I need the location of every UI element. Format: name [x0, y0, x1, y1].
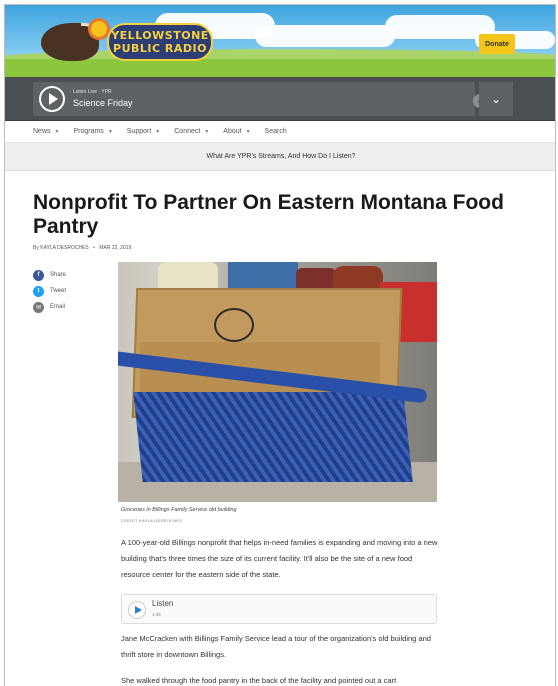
article-byline: By KAYLA DESROCHES • MAR 22, 2019: [33, 245, 131, 251]
play-icon[interactable]: [128, 601, 146, 619]
photo-marker-circle: [214, 308, 254, 342]
share-email-button[interactable]: ✉ Email: [33, 299, 66, 315]
site-logo[interactable]: YELLOWSTONE PUBLIC RADIO: [41, 19, 213, 63]
email-icon: ✉: [33, 301, 44, 313]
share-twitter-button[interactable]: t Tweet: [33, 283, 66, 299]
nav-item-connect[interactable]: Connect ▼: [174, 128, 209, 135]
share-facebook-button[interactable]: f Share: [33, 267, 66, 283]
article-paragraph: Jane McCracken with Billings Family Serv…: [121, 634, 431, 659]
nav-item-about[interactable]: About ▼: [223, 128, 250, 135]
photo-shopping-cart: [133, 392, 413, 482]
donate-button[interactable]: Donate: [479, 34, 515, 54]
logo-wordmark: YELLOWSTONE PUBLIC RADIO: [107, 23, 213, 61]
nav-item-label: Search: [264, 128, 287, 135]
author-link[interactable]: KAYLA DESROCHES: [40, 245, 89, 251]
live-stream-label: Listen Live · YPR: [73, 89, 112, 95]
facebook-icon: f: [33, 269, 44, 281]
listen-label: Listen: [152, 599, 174, 608]
share-twitter-label: Tweet: [50, 288, 67, 294]
logo-line-2: PUBLIC RADIO: [113, 42, 207, 55]
main-navigation: News ▼ Programs ▼ Support ▼ Connect ▼ About ▼ Sear…: [5, 121, 555, 143]
nav-item-label: Connect: [174, 128, 201, 135]
nav-item-support[interactable]: Support ▼: [127, 128, 160, 135]
byline-prefix: By: [33, 245, 39, 251]
caret-down-icon: ▼: [204, 128, 210, 135]
logo-line-1: YELLOWSTONE: [111, 29, 209, 42]
publish-date: MAR 22, 2019: [99, 245, 132, 251]
nav-item-label: About: [223, 128, 242, 135]
article-paragraph: A 100-year-old Billings nonprofit that h…: [121, 538, 438, 579]
share-facebook-label: Share: [50, 272, 67, 278]
audio-listen-player[interactable]: Listen 1:46: [121, 594, 437, 624]
nav-item-label: Support: [126, 128, 152, 135]
streams-announcement-link[interactable]: What Are YPR's Streams, And How Do I Lis…: [5, 143, 555, 171]
nav-item-news[interactable]: News ▼: [33, 128, 59, 135]
article-photo[interactable]: [118, 262, 437, 502]
photo-credit: CREDIT KAYLA DESROCHES: [121, 518, 183, 523]
nav-item-programs[interactable]: Programs ▼: [73, 128, 112, 135]
play-icon[interactable]: [39, 86, 65, 112]
nav-item-label: Programs: [73, 128, 104, 135]
live-player-bar: Listen Live · YPR Science Friday ◀ ⌄: [5, 77, 555, 121]
caret-down-icon: ▼: [54, 128, 60, 135]
share-tools: f Share t Tweet ✉ Email: [33, 267, 66, 315]
byline-separator: •: [93, 245, 95, 251]
now-playing-title: Science Friday: [73, 98, 133, 108]
player-panel: Listen Live · YPR Science Friday ◀: [33, 82, 487, 116]
caret-down-icon: ▼: [107, 128, 113, 135]
nav-item-label: News: [33, 128, 51, 135]
nav-item-search[interactable]: Search: [265, 128, 287, 135]
share-email-label: Email: [50, 304, 66, 310]
caret-down-icon: ▼: [155, 128, 161, 135]
chevron-down-icon[interactable]: ⌄: [479, 82, 513, 116]
photo-caption: Groceries in Billings Family Service old…: [121, 507, 237, 513]
article-headline: Nonprofit To Partner On Eastern Montana …: [33, 191, 504, 238]
twitter-icon: t: [33, 285, 44, 297]
site-header: YELLOWSTONE PUBLIC RADIO Donate: [5, 5, 555, 77]
browser-page: YELLOWSTONE PUBLIC RADIO Donate Listen L…: [4, 4, 556, 686]
article-paragraph: She walked through the food pantry in th…: [121, 676, 397, 685]
cloud-decoration: [255, 25, 395, 47]
sun-logo-icon: [91, 21, 107, 37]
audio-duration: 1:46: [152, 612, 161, 617]
caret-down-icon: ▼: [245, 128, 251, 135]
